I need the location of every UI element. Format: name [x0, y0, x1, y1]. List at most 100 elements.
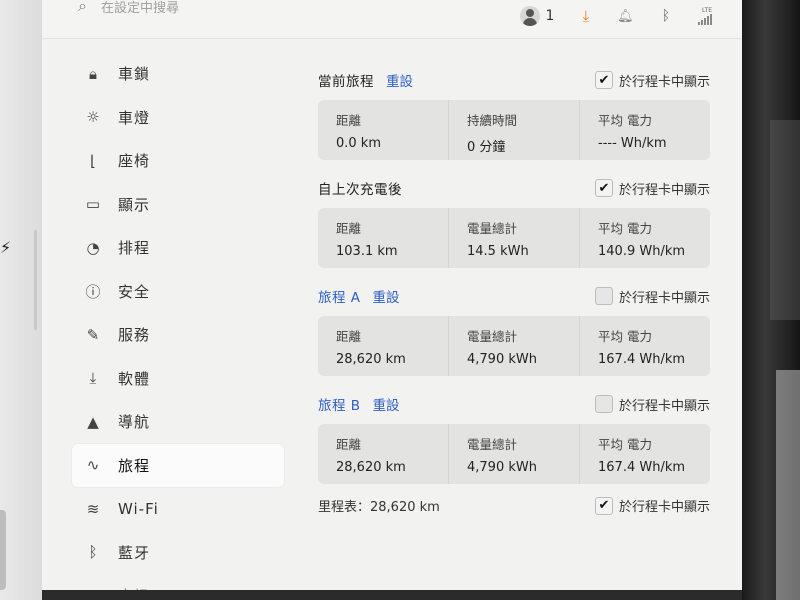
stat-value: 14.5 kWh — [467, 244, 529, 259]
stat-label: 電量總計 — [467, 437, 518, 452]
checkbox-label: 於行程卡中顯示 — [618, 500, 710, 515]
top-bar: ⌕ 在設定中搜尋 1 ⤓ 🔔︎ ᛒ LTE — [42, 0, 742, 39]
sidebar-item[interactable]: ◔ 排程 — [72, 226, 284, 270]
stat-value: 28,620 km — [336, 460, 406, 475]
show-in-trip-card-checkbox[interactable]: ✔ 於行程卡中顯示 — [594, 179, 710, 198]
sidebar-item[interactable]: ⫶ 音訊 — [72, 574, 284, 590]
bezel-right — [742, 0, 800, 600]
sidebar-item[interactable]: ᛒ 藍牙 — [72, 531, 284, 575]
stat-label: 距離 — [336, 113, 362, 128]
sidebar-item[interactable]: ▲ 導航 — [72, 400, 284, 444]
show-in-trip-card-checkbox[interactable]: 於行程卡中顯示 — [594, 287, 710, 306]
show-in-trip-card-checkbox[interactable]: ✔ 於行程卡中顯示 — [594, 496, 710, 515]
seat-icon: ⌊ — [90, 151, 96, 170]
display-icon: ▭ — [85, 195, 101, 214]
reset-button[interactable]: 重設 — [373, 286, 400, 306]
navigation-icon: ▲ — [87, 412, 99, 431]
stats-card: 距離 0.0 km 持續時間 0 分鐘 平均 電力 ---- Wh/km — [318, 100, 710, 160]
sidebar-item[interactable]: ⓘ 安全 — [72, 270, 284, 314]
stat-value: 140.9 Wh/km — [598, 244, 686, 259]
sidebar-item-label: 車燈 — [118, 108, 151, 127]
checkbox-unchecked-icon[interactable] — [594, 287, 613, 305]
sidebar-item[interactable]: ⌊ 座椅 — [72, 139, 284, 183]
search-input[interactable]: 在設定中搜尋 — [101, 0, 179, 16]
sidebar-item-label: 旅程 — [118, 456, 151, 475]
sidebar-item-label: 排程 — [118, 239, 151, 258]
stat-cell: 距離 28,620 km — [318, 424, 449, 484]
show-in-trip-card-checkbox[interactable]: ✔ 於行程卡中顯示 — [594, 71, 710, 90]
stat-cell: 距離 28,620 km — [318, 316, 449, 376]
lightning-icon: ⚡︎ — [0, 238, 12, 257]
bezel-edge — [34, 230, 37, 330]
stat-label: 平均 電力 — [598, 329, 652, 344]
profile-button[interactable]: 1 — [519, 6, 555, 26]
checkbox-checked-icon[interactable]: ✔ — [594, 496, 613, 515]
profile-count: 1 — [545, 8, 555, 24]
sidebar-item[interactable]: 🔒︎ 車鎖 — [72, 52, 284, 96]
light-icon: ☼ — [86, 108, 100, 127]
sidebar-item[interactable]: ✎ 服務 — [72, 313, 284, 357]
trip-a-section: 旅程 A 重設 於行程卡中顯示 距離 28,620 km 電量總計 4,790 … — [318, 280, 710, 376]
section-title: 當前旅程 — [318, 74, 374, 90]
stat-label: 電量總計 — [467, 221, 518, 236]
since-last-charge-section: 自上次充電後 ✔ 於行程卡中顯示 距離 103.1 km 電量總計 14.5 k… — [318, 172, 710, 268]
search-bar[interactable]: ⌕ 在設定中搜尋 — [78, 0, 179, 16]
stat-cell: 平均 電力 140.9 Wh/km — [580, 208, 710, 268]
checkbox-label: 於行程卡中顯示 — [618, 290, 710, 306]
bluetooth-icon: ᛒ — [88, 543, 98, 562]
stat-cell: 持續時間 0 分鐘 — [449, 100, 580, 160]
checkbox-unchecked-icon[interactable] — [594, 395, 613, 413]
search-icon: ⌕ — [78, 0, 87, 15]
show-in-trip-card-checkbox[interactable]: 於行程卡中顯示 — [594, 395, 710, 414]
bluetooth-icon[interactable]: ᛒ — [662, 8, 670, 24]
software-download-icon: ⤓ — [89, 369, 97, 388]
sidebar-item-label: 顯示 — [118, 195, 151, 214]
bell-icon[interactable]: 🔔︎ — [617, 9, 634, 24]
sidebar-item[interactable]: ⤓ 軟體 — [72, 357, 284, 401]
sidebar-item-label: 藍牙 — [118, 543, 151, 562]
stat-cell: 電量總計 14.5 kWh — [449, 208, 580, 268]
stat-label: 平均 電力 — [598, 221, 652, 236]
wrench-icon: ✎ — [86, 325, 100, 344]
checkbox-checked-icon[interactable]: ✔ — [594, 179, 613, 197]
sidebar-item[interactable]: ∿ 旅程 — [72, 443, 284, 487]
reset-button[interactable]: 重設 — [373, 394, 400, 414]
stats-card: 距離 28,620 km 電量總計 4,790 kWh 平均 電力 167.4 … — [318, 424, 710, 484]
section-title: 旅程 A — [318, 290, 361, 306]
stat-label: 平均 電力 — [598, 113, 652, 128]
stat-cell: 電量總計 4,790 kWh — [449, 424, 580, 484]
checkbox-label: 於行程卡中顯示 — [618, 182, 710, 198]
stat-label: 距離 — [336, 329, 362, 344]
sidebar-item-label: 安全 — [118, 282, 151, 301]
checkbox-checked-icon[interactable]: ✔ — [594, 71, 613, 89]
trip-b-section: 旅程 B 重設 於行程卡中顯示 距離 28,620 km 電量總計 4,790 … — [318, 388, 710, 484]
trips-icon: ∿ — [86, 456, 100, 475]
sidebar-item[interactable]: ▭ 顯示 — [72, 183, 284, 227]
status-bar: 1 ⤓ 🔔︎ ᛒ LTE — [519, 6, 712, 26]
odometer-readout: 里程表：28,620 km — [318, 500, 440, 515]
sidebar-item[interactable]: ☼ 車燈 — [72, 96, 284, 140]
sidebar-item[interactable]: ≋ Wi-Fi — [72, 487, 284, 531]
stat-cell: 距離 0.0 km — [318, 100, 449, 160]
download-icon[interactable]: ⤓ — [582, 7, 589, 25]
stat-value: 0.0 km — [336, 136, 381, 151]
lock-icon: 🔒︎ — [89, 64, 97, 83]
checkbox-label: 於行程卡中顯示 — [618, 74, 710, 90]
stat-label: 平均 電力 — [598, 437, 652, 452]
trips-panel: 當前旅程 重設 ✔ 於行程卡中顯示 距離 0.0 km 持續時間 0 分鐘 平均… — [318, 64, 710, 515]
sidebar-item-label: 音訊 — [118, 585, 150, 590]
sidebar: 🔒︎ 車鎖 ☼ 車燈 ⌊ 座椅 ▭ 顯示 ◔ 排程 ⓘ 安全 ✎ 服務 ⤓ 軟體 ▲ 導航 ∿ 旅程 ≋ Wi-Fi ᛒ 藍牙… — [72, 52, 284, 590]
bezel-knob — [0, 510, 6, 590]
sidebar-item-label: 軟體 — [118, 369, 151, 388]
background-glare — [776, 370, 800, 600]
stat-value: ---- Wh/km — [598, 136, 667, 151]
settings-screen: ⌕ 在設定中搜尋 1 ⤓ 🔔︎ ᛒ LTE 🔒︎ 車鎖 ☼ 車燈 ⌊ 座椅 ▭ 顯示 ◔ 排程 ⓘ 安… — [42, 0, 742, 590]
stats-card: 距離 28,620 km 電量總計 4,790 kWh 平均 電力 167.4 … — [318, 316, 710, 376]
signal-label: LTE — [702, 7, 712, 14]
section-title: 自上次充電後 — [318, 182, 402, 198]
odometer-row: 里程表：28,620 km ✔ 於行程卡中顯示 — [318, 496, 710, 515]
stat-value: 4,790 kWh — [467, 460, 537, 475]
stats-card: 距離 103.1 km 電量總計 14.5 kWh 平均 電力 140.9 Wh… — [318, 208, 710, 268]
reset-button[interactable]: 重設 — [386, 70, 413, 90]
wifi-icon: ≋ — [86, 499, 100, 518]
